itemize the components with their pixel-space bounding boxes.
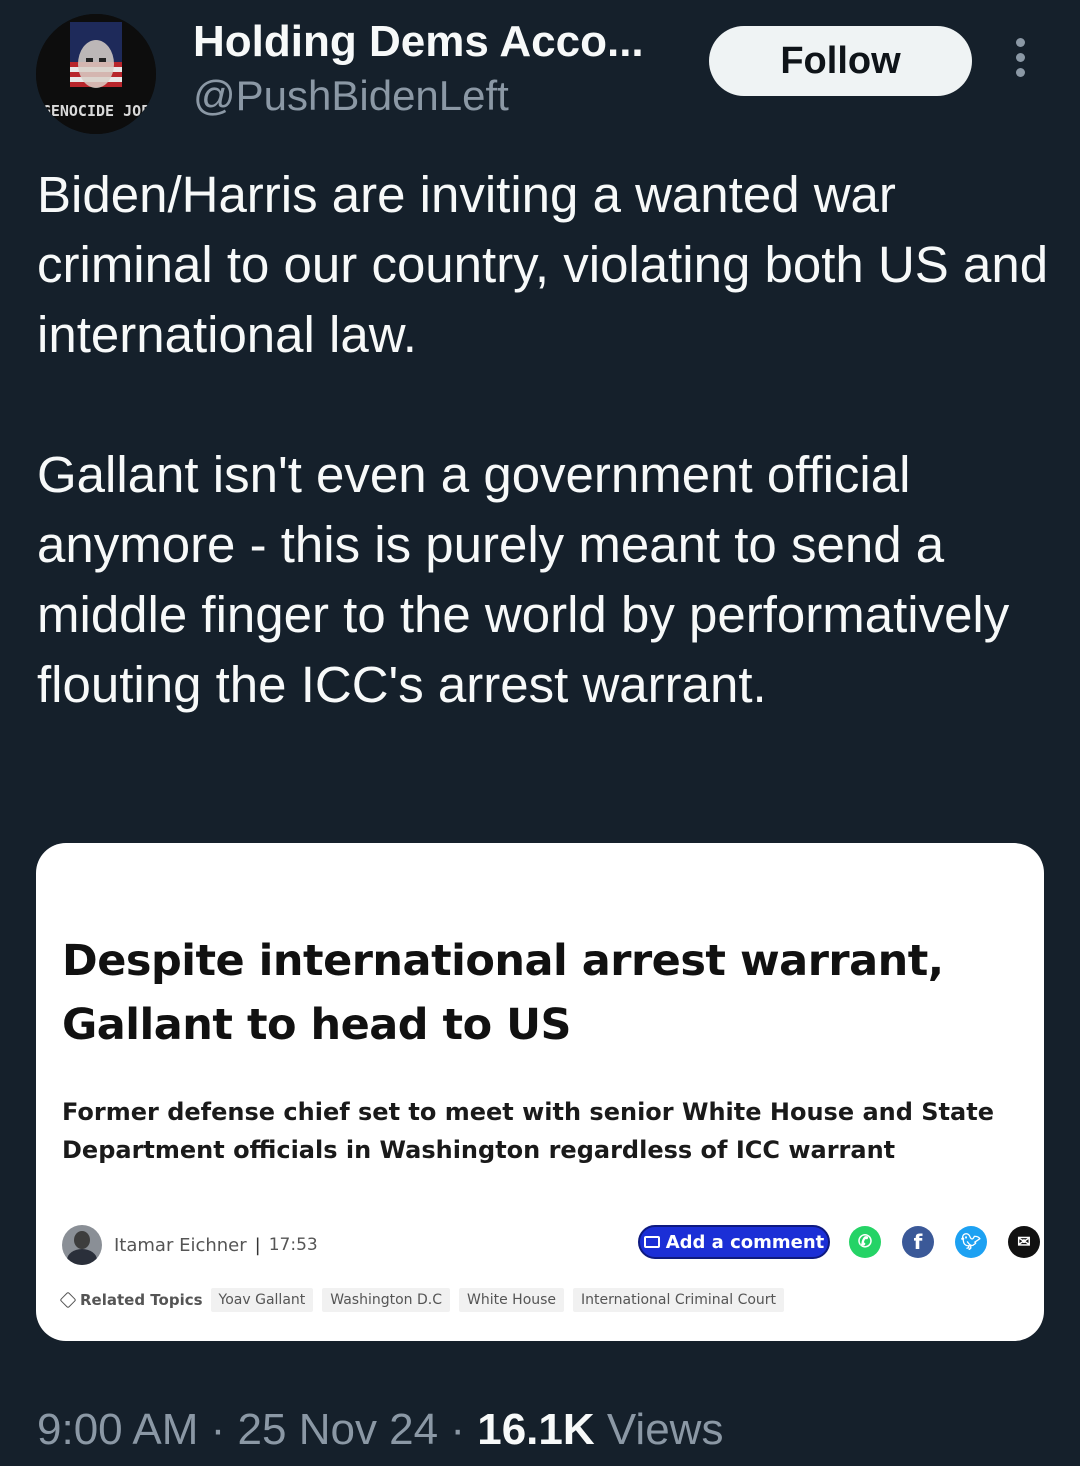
twitter-icon[interactable]: 🐦︎ (955, 1226, 987, 1258)
whatsapp-icon[interactable]: ✆ (849, 1226, 881, 1258)
topic-chip[interactable]: International Criminal Court (573, 1288, 785, 1312)
views-label: Views (594, 1405, 724, 1454)
related-topics-label: Related Topics (59, 1291, 203, 1309)
email-icon[interactable]: ✉ (1008, 1226, 1040, 1258)
tweet-paragraph: Biden/Harris are inviting a wanted war c… (37, 166, 1049, 363)
avatar-image: GENOCIDE JOE (36, 14, 156, 134)
tweet-date[interactable]: 25 Nov 24 (238, 1405, 439, 1454)
author-avatar (62, 1225, 102, 1265)
add-comment-button[interactable]: Add a comment (638, 1225, 830, 1259)
meta-separator: · (198, 1405, 238, 1454)
tweet-metadata: 9:00 AM · 25 Nov 24 · 16.1K Views (37, 1400, 723, 1460)
add-comment-label: Add a comment (665, 1231, 825, 1253)
user-handle[interactable]: @PushBidenLeft (193, 70, 509, 122)
article-time: 17:53 (268, 1235, 318, 1255)
more-options-icon[interactable] (1004, 38, 1036, 86)
follow-button[interactable]: Follow (709, 26, 972, 96)
topic-chip[interactable]: White House (459, 1288, 565, 1312)
related-topics: Related Topics Yoav Gallant Washington D… (59, 1286, 793, 1314)
views-count: 16.1K (477, 1405, 595, 1454)
article-author: Itamar Eichner (114, 1234, 247, 1256)
avatar-text: GENOCIDE JOE (42, 102, 150, 120)
comment-icon (643, 1236, 660, 1248)
tag-icon (59, 1291, 77, 1309)
display-name[interactable]: Holding Dems Acco... (193, 14, 644, 70)
tweet-paragraph: Gallant isn't even a government official… (37, 446, 1010, 713)
tweet-header: GENOCIDE JOE Holding Dems Acco... @PushB… (0, 0, 1080, 140)
facebook-icon[interactable]: f (902, 1226, 934, 1258)
topic-chip[interactable]: Washington D.C (322, 1288, 451, 1312)
article-subheadline: Former defense chief set to meet with se… (62, 1098, 994, 1164)
article-byline: Itamar Eichner | 17:53 (62, 1223, 318, 1267)
article-headline: Despite international arrest warrant, Ga… (62, 936, 944, 1050)
link-preview-card[interactable]: Despite international arrest warrant, Ga… (36, 843, 1044, 1341)
meta-separator: · (438, 1405, 478, 1454)
tweet-time[interactable]: 9:00 AM (37, 1405, 198, 1454)
avatar[interactable]: GENOCIDE JOE (36, 14, 156, 134)
byline-separator: | (254, 1234, 261, 1256)
topic-chip[interactable]: Yoav Gallant (210, 1288, 314, 1312)
tweet-text: Biden/Harris are inviting a wanted war c… (37, 160, 1057, 720)
